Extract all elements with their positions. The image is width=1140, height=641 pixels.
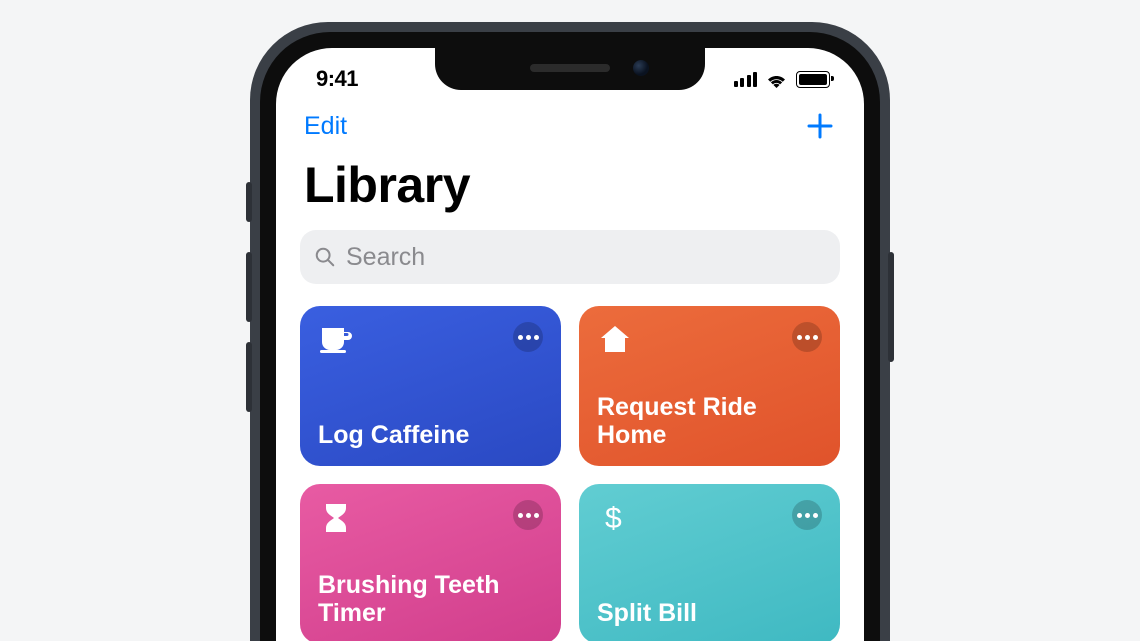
svg-text:$: $: [605, 502, 622, 535]
navbar: Edit: [276, 104, 864, 142]
tile-more-button[interactable]: [792, 500, 822, 530]
front-camera: [633, 60, 649, 76]
search-placeholder: Search: [346, 243, 425, 272]
add-button[interactable]: [804, 110, 836, 142]
volume-up-button: [246, 252, 252, 322]
tile-label: Split Bill: [597, 599, 822, 628]
volume-down-button: [246, 342, 252, 412]
shortcut-tile-split-bill[interactable]: $ Split Bill: [579, 484, 840, 641]
wifi-icon: [765, 71, 788, 88]
tile-label: Log Caffeine: [318, 421, 543, 450]
shortcut-tile-brushing-teeth-timer[interactable]: Brushing Teeth Timer: [300, 484, 561, 641]
dollar-icon: $: [597, 500, 633, 536]
home-icon: [597, 322, 633, 358]
plus-icon: [804, 110, 836, 142]
status-icons: [734, 71, 831, 88]
tile-more-button[interactable]: [513, 500, 543, 530]
shortcut-tile-request-ride-home[interactable]: Request Ride Home: [579, 306, 840, 466]
cellular-icon: [734, 71, 758, 87]
page-title: Library: [276, 142, 864, 224]
status-time: 9:41: [316, 66, 358, 92]
search-field[interactable]: Search: [300, 230, 840, 284]
battery-icon: [796, 71, 830, 88]
cup-icon: [318, 322, 354, 358]
tile-more-button[interactable]: [792, 322, 822, 352]
side-button: [888, 252, 894, 362]
tile-label: Request Ride Home: [597, 393, 822, 451]
search-icon: [314, 246, 336, 268]
tile-more-button[interactable]: [513, 322, 543, 352]
notch: [435, 48, 705, 90]
stage: 9:41 Edit: [0, 0, 1140, 641]
shortcut-tile-log-caffeine[interactable]: Log Caffeine: [300, 306, 561, 466]
edit-button[interactable]: Edit: [304, 112, 347, 141]
phone-frame: 9:41 Edit: [250, 22, 890, 641]
screen: 9:41 Edit: [276, 48, 864, 641]
mute-switch: [246, 182, 252, 222]
hourglass-icon: [318, 500, 354, 536]
phone-bezel: 9:41 Edit: [260, 32, 880, 641]
speaker-grille: [530, 64, 610, 72]
shortcut-grid: Log Caffeine Request Ride Home: [276, 284, 864, 641]
tile-label: Brushing Teeth Timer: [318, 571, 543, 629]
